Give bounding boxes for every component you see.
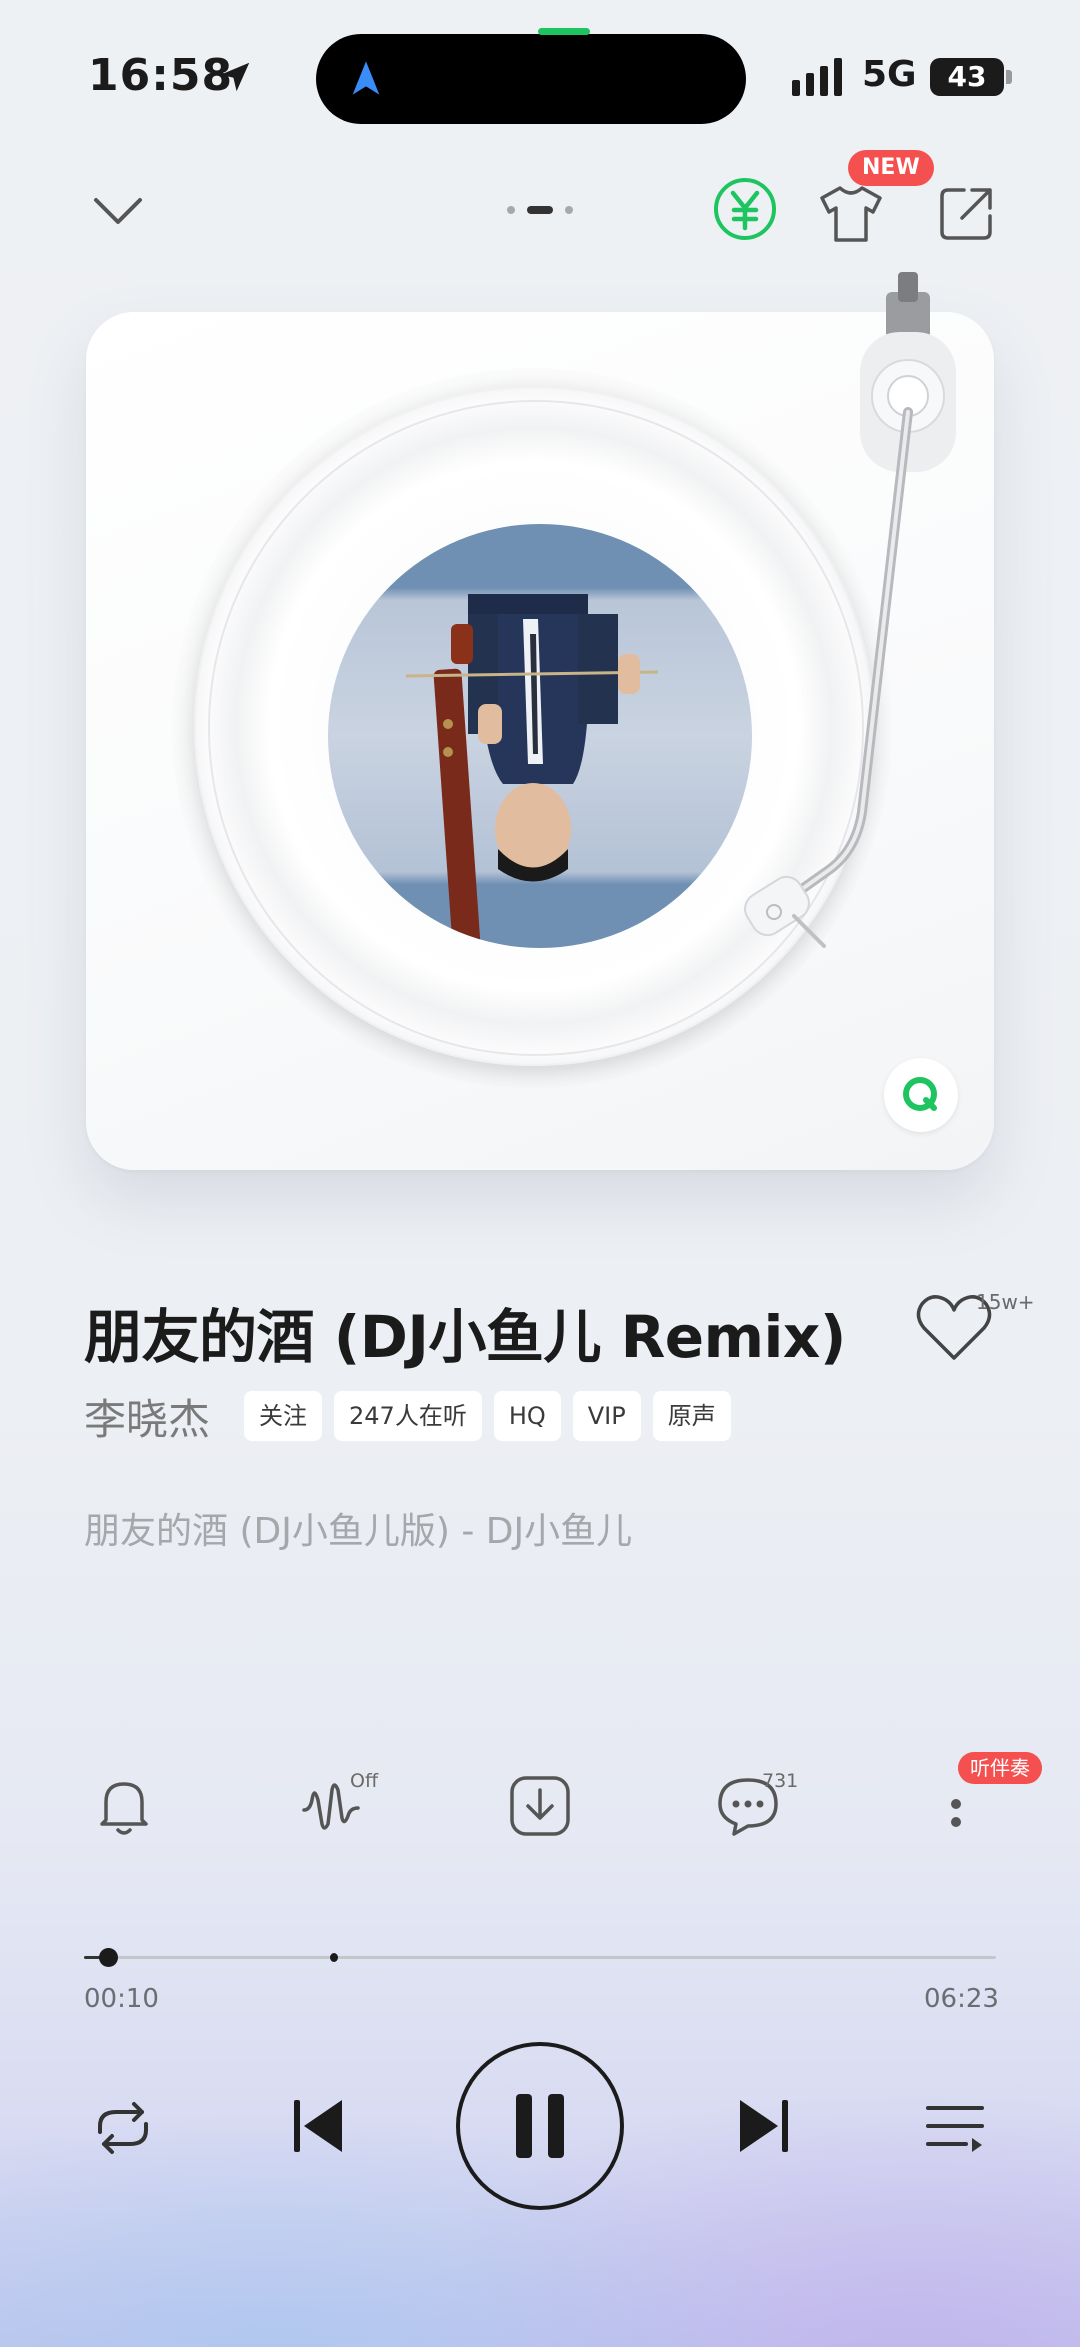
tonearm[interactable] xyxy=(686,252,1006,1012)
playlist-icon[interactable] xyxy=(924,2098,986,2158)
battery-percentage: 43 xyxy=(947,60,987,93)
island-activity-indicator xyxy=(538,28,590,35)
like-count: 15w+ xyxy=(976,1290,1035,1314)
share-icon[interactable] xyxy=(934,180,1000,246)
song-title: 朋友的酒 (DJ小鱼儿 Remix) xyxy=(84,1303,846,1371)
audio-effect-state: Off xyxy=(350,1770,379,1792)
page-dot xyxy=(527,206,553,214)
download-icon[interactable] xyxy=(504,1770,576,1842)
tshirt-icon[interactable] xyxy=(818,180,884,246)
repeat-icon[interactable] xyxy=(90,2098,156,2158)
battery-icon: 43 xyxy=(930,58,1004,96)
progress-track xyxy=(84,1956,996,1959)
accompaniment-badge[interactable]: 听伴奏 xyxy=(958,1752,1042,1784)
pause-button[interactable] xyxy=(456,2042,624,2210)
previous-icon[interactable] xyxy=(288,2096,348,2156)
status-bar: 16:58 5G 43 xyxy=(0,0,1080,150)
progress-knob[interactable] xyxy=(98,1948,118,1967)
current-time: 00:10 xyxy=(84,1984,159,2014)
comment-count: 731 xyxy=(762,1770,799,1792)
dynamic-island xyxy=(316,28,746,124)
status-time: 16:58 xyxy=(88,50,234,101)
pause-icon xyxy=(516,2094,564,2158)
yuan-icon[interactable] xyxy=(712,176,778,242)
follow-button[interactable]: 关注 xyxy=(244,1391,323,1441)
navigation-arrow-icon xyxy=(352,61,380,95)
turntable-card[interactable] xyxy=(86,272,994,1170)
buffer-marker xyxy=(330,1953,339,1962)
artist-name[interactable]: 李晓杰 xyxy=(84,1386,210,1447)
lyric-line[interactable]: 朋友的酒 (DJ小鱼儿版) - DJ小鱼儿 xyxy=(84,1502,632,1554)
page-dot xyxy=(507,206,515,214)
listeners-tag[interactable]: 247人在听 xyxy=(334,1391,482,1441)
next-icon[interactable] xyxy=(734,2096,794,2156)
location-arrow-icon xyxy=(220,62,250,92)
qq-music-logo xyxy=(884,1058,958,1132)
q-logo-icon xyxy=(903,1077,937,1111)
battery-tip xyxy=(1006,70,1012,84)
progress-bar[interactable] xyxy=(84,1946,996,1970)
bell-icon[interactable] xyxy=(88,1770,160,1842)
network-type: 5G xyxy=(862,54,917,95)
song-meta-row: 李晓杰 关注 247人在听 HQ VIP 原声 xyxy=(84,1390,743,1444)
vip-tag[interactable]: VIP xyxy=(572,1391,641,1441)
signal-icon xyxy=(792,58,842,96)
total-time: 06:23 xyxy=(924,1984,999,2014)
original-tag[interactable]: 原声 xyxy=(652,1391,731,1441)
quality-hq-tag[interactable]: HQ xyxy=(493,1391,561,1441)
chevron-down-icon[interactable] xyxy=(88,182,148,242)
new-badge: NEW xyxy=(848,150,934,186)
page-indicator xyxy=(507,206,573,214)
page-dot xyxy=(565,206,573,214)
